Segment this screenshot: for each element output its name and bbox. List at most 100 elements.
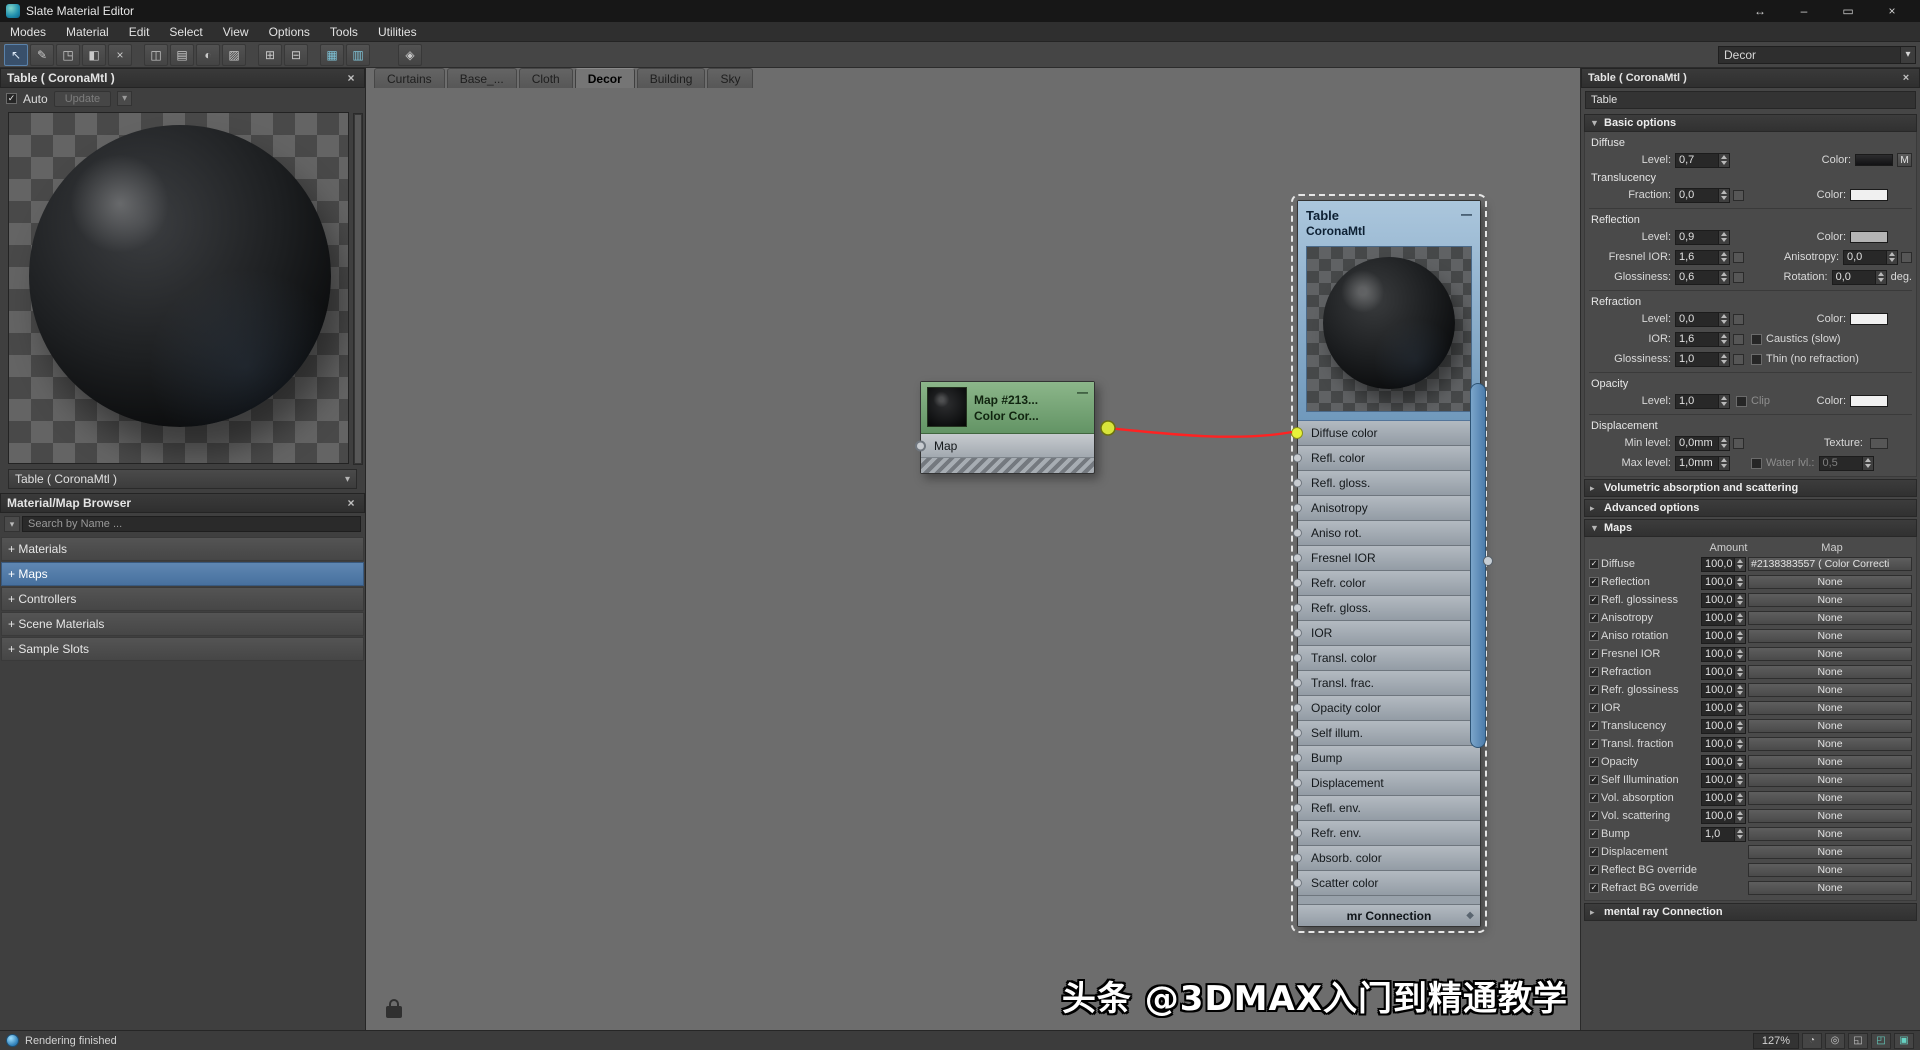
show-background-icon[interactable]: ▨ xyxy=(222,44,246,66)
node-input-slot[interactable]: IOR xyxy=(1298,621,1480,646)
select-by-material-icon[interactable]: ▥ xyxy=(346,44,370,66)
translucency-color-swatch[interactable] xyxy=(1850,189,1888,201)
zoom-tool-icon[interactable]: ◎ xyxy=(1825,1033,1845,1049)
map-node-slot[interactable]: Map xyxy=(921,434,1094,458)
zoom-extents-selected-icon[interactable]: ▣ xyxy=(1894,1033,1914,1049)
basic-options-rollout-header[interactable]: ▼ Basic options xyxy=(1584,114,1917,132)
zoom-extents-icon[interactable]: ◰ xyxy=(1871,1033,1891,1049)
canvas-tab[interactable]: Building xyxy=(637,68,706,88)
search-input[interactable]: Search by Name ... xyxy=(22,516,361,532)
material-id-channel-icon[interactable]: ▦ xyxy=(320,44,344,66)
map-amount-spinner[interactable]: 100,0 xyxy=(1701,809,1746,824)
menu-item[interactable]: Select xyxy=(169,25,202,39)
map-amount-spinner[interactable]: 100,0 xyxy=(1701,575,1746,590)
input-port-icon[interactable] xyxy=(1293,479,1302,488)
map-amount-spinner[interactable]: 100,0 xyxy=(1701,629,1746,644)
refraction-glossiness-spinner[interactable]: 1,0 xyxy=(1675,352,1730,367)
map-amount-spinner[interactable]: 100,0 xyxy=(1701,737,1746,752)
put-material-to-scene-icon[interactable]: ◳ xyxy=(56,44,80,66)
node-input-slot[interactable]: Refr. gloss. xyxy=(1298,596,1480,621)
canvas-tab[interactable]: Decor xyxy=(575,68,635,88)
map-slot-button[interactable]: None xyxy=(1748,719,1912,733)
map-amount-spinner[interactable]: 100,0 xyxy=(1701,773,1746,788)
map-enabled-checkbox[interactable]: ✓ xyxy=(1589,649,1599,659)
map-enabled-checkbox[interactable]: ✓ xyxy=(1589,811,1599,821)
material-selector-dropdown[interactable]: Table ( CoronaMtl ) ▾ xyxy=(8,469,357,489)
input-port-icon[interactable] xyxy=(1293,804,1302,813)
ior-spinner[interactable]: 1,6 xyxy=(1675,332,1730,347)
fraction-spinner[interactable]: 0,0 xyxy=(1675,188,1730,203)
map-amount-spinner[interactable]: 100,0 xyxy=(1701,791,1746,806)
map-amount-spinner[interactable]: 100,0 xyxy=(1701,557,1746,572)
map-slot-button[interactable]: None xyxy=(1748,629,1912,643)
node-input-slot[interactable]: Absorb. color xyxy=(1298,846,1480,871)
maximize-icon[interactable]: ▭ xyxy=(1826,0,1870,22)
map-slot-button[interactable]: None xyxy=(1748,647,1912,661)
map-slot-button[interactable]: None xyxy=(1748,881,1912,895)
map-enabled-checkbox[interactable]: ✓ xyxy=(1589,739,1599,749)
map-enabled-checkbox[interactable]: ✓ xyxy=(1589,847,1599,857)
anisotropy-map-shortcut[interactable] xyxy=(1901,252,1912,263)
node-input-slot[interactable]: Refr. color xyxy=(1298,571,1480,596)
delete-selected-icon[interactable]: × xyxy=(108,44,132,66)
min-level-spinner[interactable]: 0,0mm xyxy=(1675,436,1730,451)
output-port-connected-icon[interactable] xyxy=(1101,421,1115,435)
input-port-icon[interactable] xyxy=(1293,729,1302,738)
map-slot-button[interactable]: #2138383557 ( Color Correcti xyxy=(1748,557,1912,571)
table-node-thumbnail[interactable] xyxy=(1306,246,1472,412)
map-enabled-checkbox[interactable]: ✓ xyxy=(1589,559,1599,569)
menu-item[interactable]: Modes xyxy=(10,25,46,39)
refraction-level-spinner[interactable]: 0,0 xyxy=(1675,312,1730,327)
node-editor-canvas[interactable]: CurtainsBase_...ClothDecorBuildingSky Ma… xyxy=(366,68,1580,1030)
node-input-slot[interactable]: Refl. env. xyxy=(1298,796,1480,821)
diffuse-connection-wire[interactable] xyxy=(1108,428,1292,437)
show-shaded-material-icon[interactable]: ◐ xyxy=(196,44,220,66)
input-port-icon[interactable] xyxy=(1293,779,1302,788)
node-input-slot[interactable]: Scatter color xyxy=(1298,871,1480,896)
max-level-spinner[interactable]: 1,0mm xyxy=(1675,456,1730,471)
map-slot-button[interactable]: None xyxy=(1748,845,1912,859)
map-amount-spinner[interactable]: 100,0 xyxy=(1701,719,1746,734)
input-port-icon[interactable] xyxy=(1293,629,1302,638)
diffuse-color-swatch[interactable] xyxy=(1855,154,1893,166)
map-enabled-checkbox[interactable]: ✓ xyxy=(1589,577,1599,587)
diffuse-level-spinner[interactable]: 0,7 xyxy=(1675,153,1730,168)
select-tool-icon[interactable]: ↖ xyxy=(4,44,28,66)
auto-checkbox[interactable]: ✓ xyxy=(6,93,17,104)
map-amount-spinner[interactable]: 100,0 xyxy=(1701,647,1746,662)
input-port-icon[interactable] xyxy=(1293,879,1302,888)
water-level-spinner[interactable]: 0,5 xyxy=(1819,456,1874,471)
node-input-slot[interactable]: Aniso rot. xyxy=(1298,521,1480,546)
map-enabled-checkbox[interactable]: ✓ xyxy=(1589,667,1599,677)
map-enabled-checkbox[interactable]: ✓ xyxy=(1589,613,1599,623)
node-resize-handle[interactable] xyxy=(921,458,1094,473)
input-port-icon[interactable] xyxy=(1293,654,1302,663)
browser-category-item[interactable]: + Sample Slots xyxy=(1,637,364,661)
map-enabled-checkbox[interactable]: ✓ xyxy=(1589,721,1599,731)
browser-category-item[interactable]: + Controllers xyxy=(1,587,364,611)
map-slot-button[interactable]: None xyxy=(1748,827,1912,841)
refraction-color-swatch[interactable] xyxy=(1850,313,1888,325)
map-slot-button[interactable]: None xyxy=(1748,611,1912,625)
node-output-strip[interactable] xyxy=(1470,383,1486,748)
input-port-icon[interactable] xyxy=(1293,504,1302,513)
map-slot-button[interactable]: None xyxy=(1748,593,1912,607)
material-name-field[interactable]: Table xyxy=(1585,91,1916,109)
thin-checkbox[interactable] xyxy=(1751,354,1762,365)
node-input-slot[interactable]: Anisotropy xyxy=(1298,496,1480,521)
input-port-icon[interactable] xyxy=(1293,829,1302,838)
map-enabled-checkbox[interactable]: ✓ xyxy=(1589,829,1599,839)
pan-view-icon[interactable]: ◔ xyxy=(1802,1033,1822,1049)
displacement-texture-button[interactable] xyxy=(1870,438,1888,449)
view-selector-dropdown[interactable]: Decor ▾ xyxy=(1718,46,1916,64)
node-input-slot[interactable]: Diffuse color xyxy=(1298,421,1480,446)
map-slot-button[interactable]: None xyxy=(1748,701,1912,715)
hide-unused-nodeslots-icon[interactable]: ▤ xyxy=(170,44,194,66)
reflection-color-swatch[interactable] xyxy=(1850,231,1888,243)
node-input-slot[interactable]: Self illum. xyxy=(1298,721,1480,746)
volumetric-rollout-header[interactable]: ▸ Volumetric absorption and scattering xyxy=(1584,479,1917,497)
map-enabled-checkbox[interactable]: ✓ xyxy=(1589,865,1599,875)
preview-scrollbar[interactable] xyxy=(353,113,363,465)
map-amount-spinner[interactable]: 1,0 xyxy=(1701,827,1746,842)
map-node[interactable]: Map #213... Color Cor... — Map xyxy=(920,381,1095,474)
